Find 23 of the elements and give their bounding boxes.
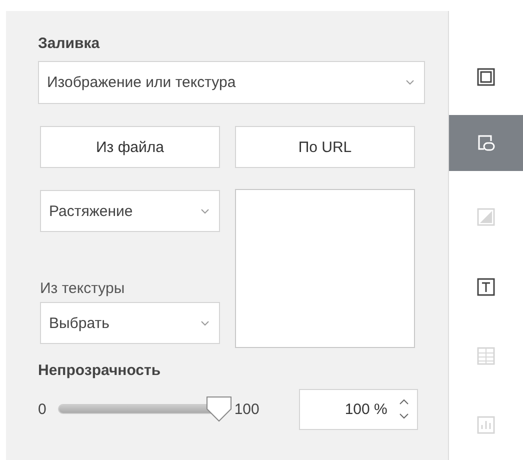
texture-dropdown[interactable]: Выбрать: [40, 302, 220, 344]
slider-max-label: 100: [234, 400, 260, 418]
chevron-down-icon: [201, 208, 209, 214]
fill-type-dropdown[interactable]: Изображение или текстура: [38, 61, 425, 104]
texture-label: Из текстуры: [40, 280, 126, 299]
fill-title: Заливка: [38, 35, 101, 54]
slider-min-label: 0: [38, 400, 46, 418]
stretch-dropdown[interactable]: Растяжение: [40, 190, 220, 232]
image-settings-icon: [477, 134, 496, 152]
from-file-button[interactable]: Из файла: [40, 126, 220, 168]
opacity-spinner[interactable]: 100 %: [299, 388, 418, 430]
opacity-slider[interactable]: [56, 396, 232, 422]
chevron-down-icon: [201, 320, 209, 326]
table-icon: [477, 346, 496, 365]
text-box-icon: [477, 278, 496, 296]
slider-thumb[interactable]: [206, 396, 232, 422]
spinner-arrows-icon[interactable]: [399, 398, 410, 420]
from-url-button[interactable]: По URL: [235, 126, 415, 168]
chevron-down-icon: [406, 80, 414, 85]
chart-icon: [477, 416, 496, 434]
picture-icon: [477, 208, 496, 226]
opacity-title: Непрозрачность: [38, 362, 162, 381]
shape-settings-icon: [477, 68, 496, 86]
